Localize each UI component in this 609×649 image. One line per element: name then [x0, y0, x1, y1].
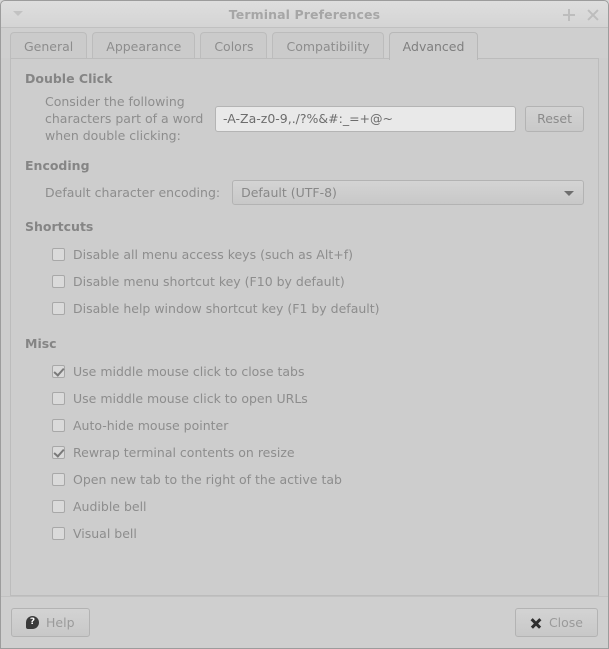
encoding-heading: Encoding	[25, 158, 90, 173]
help-button[interactable]: ? Help	[11, 608, 90, 637]
window-title: Terminal Preferences	[228, 6, 381, 22]
checkbox-disable-help-shortcut[interactable]	[52, 302, 65, 315]
checkbox-row-audible-bell[interactable]: Audible bell	[25, 493, 584, 520]
preferences-window: Terminal Preferences General Appearance …	[0, 0, 609, 649]
window-controls	[562, 1, 600, 28]
checkbox-row-disable-access-keys[interactable]: Disable all menu access keys (such as Al…	[25, 241, 584, 268]
checkbox-row-visual-bell[interactable]: Visual bell	[25, 520, 584, 547]
encoding-label: Default character encoding:	[45, 185, 221, 200]
tab-bar: General Appearance Colors Compatibility …	[1, 28, 608, 60]
checkbox-row-auto-hide-pointer[interactable]: Auto-hide mouse pointer	[25, 412, 584, 439]
checkbox-label: Rewrap terminal contents on resize	[73, 445, 295, 460]
close-button[interactable]: Close	[514, 608, 598, 637]
advanced-panel: Double Click Consider the following char…	[10, 58, 599, 596]
checkbox-label: Use middle mouse click to open URLs	[73, 391, 308, 406]
checkbox-rewrap-on-resize[interactable]	[52, 446, 65, 459]
checkbox-middle-click-close-tabs[interactable]	[52, 365, 65, 378]
checkbox-disable-menu-shortcut[interactable]	[52, 275, 65, 288]
close-x-icon	[530, 617, 542, 629]
checkbox-label: Auto-hide mouse pointer	[73, 418, 229, 433]
tab-advanced[interactable]: Advanced	[388, 32, 479, 60]
checkbox-row-disable-menu-shortcut[interactable]: Disable menu shortcut key (F10 by defaul…	[25, 268, 584, 295]
checkbox-disable-access-keys[interactable]	[52, 248, 65, 261]
tab-general[interactable]: General	[10, 32, 88, 59]
tab-appearance[interactable]: Appearance	[92, 32, 196, 59]
checkbox-row-rewrap-on-resize[interactable]: Rewrap terminal contents on resize	[25, 439, 584, 466]
encoding-select[interactable]: Default (UTF-8)	[232, 180, 584, 205]
group-double-click: Double Click Consider the following char…	[25, 71, 584, 144]
checkbox-middle-click-open-urls[interactable]	[52, 392, 65, 405]
double-click-row: Consider the following characters part o…	[25, 93, 584, 144]
checkbox-open-tab-right[interactable]	[52, 473, 65, 486]
checkbox-row-middle-click-open-urls[interactable]: Use middle mouse click to open URLs	[25, 385, 584, 412]
tab-colors[interactable]: Colors	[200, 32, 268, 59]
checkbox-label: Disable help window shortcut key (F1 by …	[73, 301, 380, 316]
group-shortcuts: Shortcuts Disable all menu access keys (…	[25, 219, 584, 322]
checkbox-row-open-tab-right[interactable]: Open new tab to the right of the active …	[25, 466, 584, 493]
encoding-selected-value: Default (UTF-8)	[241, 185, 337, 200]
checkbox-row-disable-help-shortcut[interactable]: Disable help window shortcut key (F1 by …	[25, 295, 584, 322]
misc-heading: Misc	[25, 336, 57, 351]
reset-button[interactable]: Reset	[525, 105, 584, 132]
close-icon[interactable]	[586, 8, 600, 22]
chevron-down-icon	[564, 191, 574, 196]
checkbox-label: Visual bell	[73, 526, 137, 541]
help-button-label: Help	[46, 615, 75, 630]
checkbox-label: Open new tab to the right of the active …	[73, 472, 342, 487]
checkbox-visual-bell[interactable]	[52, 527, 65, 540]
maximize-icon[interactable]	[562, 8, 576, 22]
group-misc: Misc Use middle mouse click to close tab…	[25, 336, 584, 547]
help-question-icon: ?	[26, 616, 39, 629]
checkbox-label: Disable menu shortcut key (F10 by defaul…	[73, 274, 345, 289]
word-characters-input[interactable]: -A-Za-z0-9,./?%&#:_=+@~	[215, 105, 517, 132]
shortcuts-heading: Shortcuts	[25, 219, 94, 234]
checkbox-row-middle-click-close-tabs[interactable]: Use middle mouse click to close tabs	[25, 358, 584, 385]
double-click-label: Consider the following characters part o…	[45, 94, 204, 143]
checkbox-audible-bell[interactable]	[52, 500, 65, 513]
title-bar: Terminal Preferences	[1, 1, 608, 28]
checkbox-label: Disable all menu access keys (such as Al…	[73, 247, 353, 262]
action-bar: ? Help Close	[1, 596, 608, 648]
checkbox-auto-hide-pointer[interactable]	[52, 419, 65, 432]
tab-compatibility[interactable]: Compatibility	[272, 32, 384, 59]
group-encoding: Encoding Default character encoding: Def…	[25, 158, 584, 205]
double-click-heading: Double Click	[25, 71, 113, 86]
checkbox-label: Use middle mouse click to close tabs	[73, 364, 305, 379]
close-button-label: Close	[548, 615, 583, 630]
encoding-row: Default character encoding: Default (UTF…	[25, 180, 584, 205]
checkbox-label: Audible bell	[73, 499, 147, 514]
